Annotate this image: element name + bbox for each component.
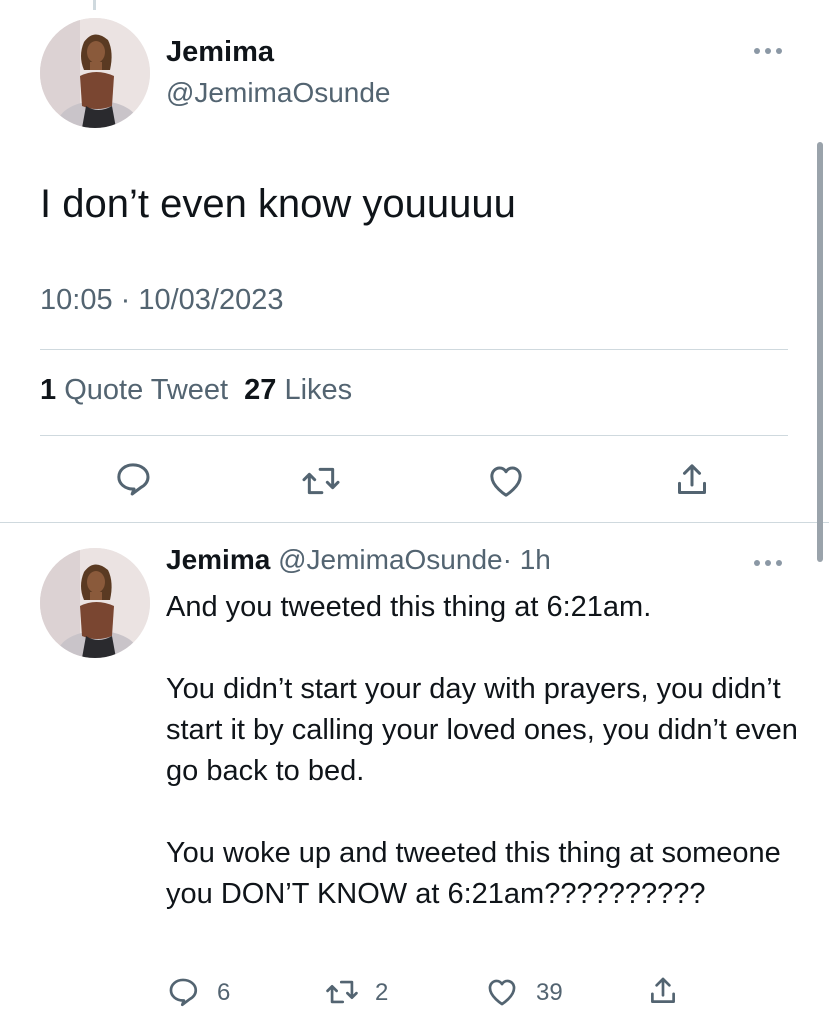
reply-avatar[interactable]	[40, 548, 150, 658]
reply-count: 6	[217, 979, 231, 1006]
avatar[interactable]	[40, 18, 150, 128]
quote-count: 1	[40, 374, 57, 406]
thread-connector-line	[93, 0, 96, 10]
reply-reply-button[interactable]	[166, 975, 200, 1009]
reply-time[interactable]: · 1h	[503, 544, 551, 575]
divider	[40, 349, 788, 350]
quote-label: Quote Tweet	[64, 374, 229, 406]
scrollbar[interactable]	[817, 142, 823, 562]
quote-tweet-stat[interactable]: 1 Quote Tweet	[40, 374, 228, 406]
section-divider	[0, 522, 829, 523]
reply-text: And you tweeted this thing at 6:21am. Yo…	[166, 591, 798, 910]
likes-label: Likes	[284, 374, 353, 406]
reply-header: Jemima @JemimaOsunde· 1h	[166, 544, 551, 576]
avatar-image	[40, 548, 150, 658]
engagement-stats: 1 Quote Tweet 27 Likes	[40, 374, 352, 407]
reply-share-button[interactable]	[646, 974, 680, 1008]
retweet-button[interactable]	[300, 461, 342, 501]
like-icon	[490, 466, 522, 497]
likes-stat[interactable]: 27 Likes	[244, 374, 352, 406]
reply-button[interactable]	[113, 459, 153, 499]
reply-author-handle[interactable]: @JemimaOsunde	[278, 544, 503, 575]
author-name[interactable]: Jemima	[166, 36, 274, 69]
reply-retweet-button[interactable]	[324, 975, 360, 1009]
like-count: 39	[536, 979, 563, 1006]
divider	[40, 435, 788, 436]
reply-author-name[interactable]: Jemima	[166, 544, 270, 575]
share-button[interactable]	[672, 460, 712, 500]
avatar-image	[40, 18, 150, 128]
share-icon	[678, 464, 706, 494]
more-options-icon[interactable]	[754, 46, 788, 56]
retweet-icon	[326, 980, 358, 1004]
tweet-text: I don’t even know youuuuu	[40, 182, 516, 226]
reply-icon	[117, 463, 150, 496]
like-button[interactable]	[485, 461, 527, 501]
share-icon	[651, 977, 675, 1003]
retweet-icon	[302, 467, 340, 495]
reply-icon	[169, 978, 198, 1007]
tweet-timestamp[interactable]: 10:05 · 10/03/2023	[40, 284, 283, 317]
like-icon	[488, 979, 516, 1006]
reply-like-button[interactable]	[484, 975, 520, 1009]
author-handle[interactable]: @JemimaOsunde	[166, 77, 391, 109]
retweet-count: 2	[375, 979, 389, 1006]
reply-more-options-icon[interactable]	[754, 558, 788, 568]
like-count: 27	[244, 374, 277, 406]
